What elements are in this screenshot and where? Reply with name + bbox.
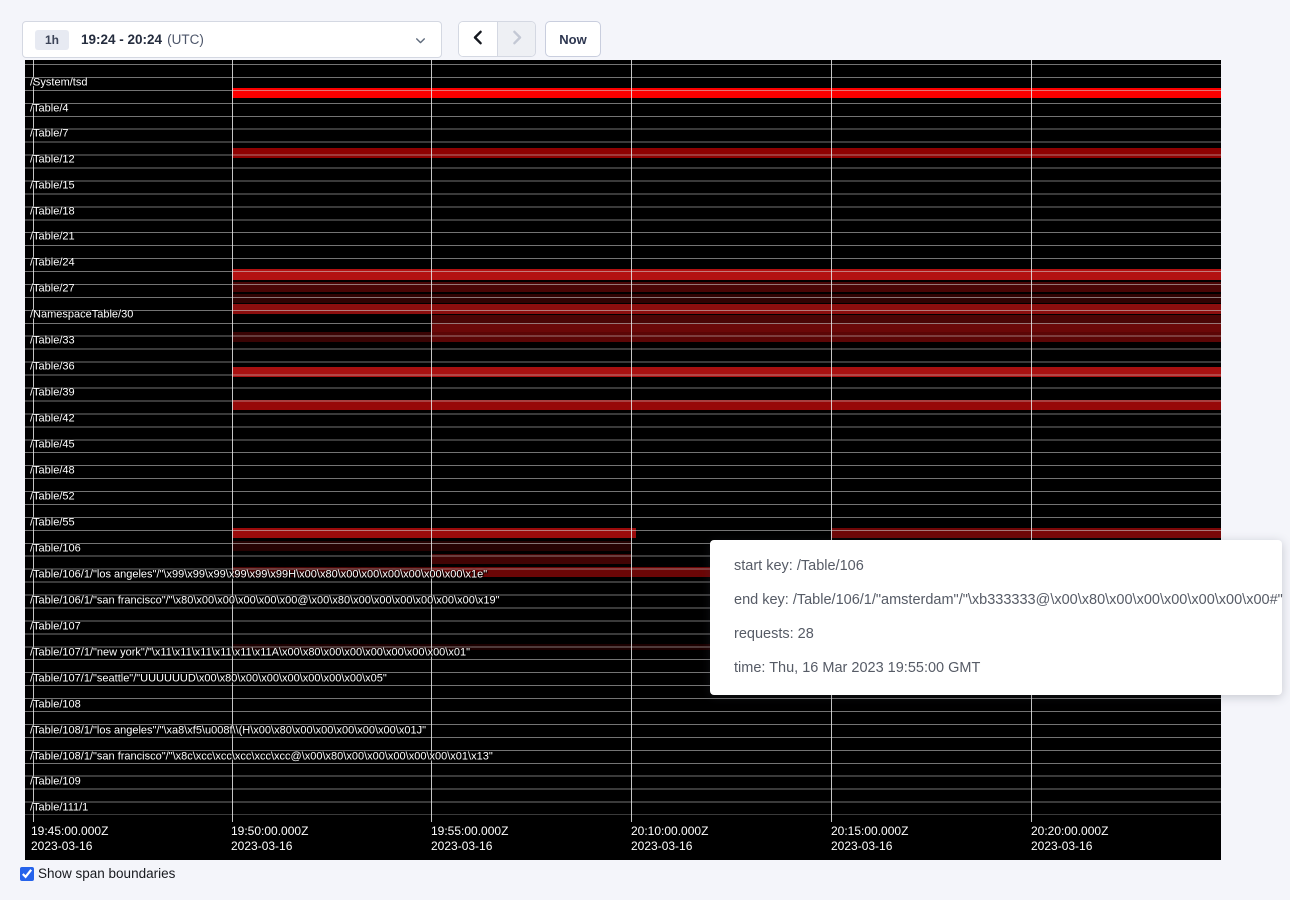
row-label: /Table/36 [30,362,75,373]
row-label: /NamespaceTable/30 [30,310,133,321]
tick-date: 2023-03-16 [1031,839,1108,854]
row-label: /Table/106/1/"san francisco"/"\x80\x00\x… [30,595,500,606]
time-range-select[interactable]: 1h 19:24 - 20:24 (UTC) [22,21,442,58]
heat-band [232,269,1221,280]
heat-band [232,367,1221,377]
tick-time: 20:20:00.000Z [1031,824,1108,839]
row-label: /Table/18 [30,206,75,217]
heat-band [232,294,1221,303]
row-label: /Table/45 [30,440,75,451]
time-tick: 20:10:00.000Z2023-03-16 [631,824,708,854]
heat-band [831,528,1031,538]
chevron-right-icon [508,29,525,49]
heat-band [232,400,1221,410]
row-label: /Table/42 [30,414,75,425]
heat-band [232,304,1221,314]
row-label: /Table/52 [30,491,75,502]
time-range-nav [458,21,536,57]
tick-time: 20:15:00.000Z [831,824,908,839]
heat-band [1031,528,1221,538]
tick-date: 2023-03-16 [431,839,508,854]
prev-range-button[interactable] [459,22,497,56]
tick-date: 2023-03-16 [31,839,108,854]
heat-band [232,528,636,538]
row-label: /Table/27 [30,284,75,295]
footer-controls: Show span boundaries [20,866,175,881]
row-label: /Table/4 [30,103,69,114]
row-label: /Table/111/1 [30,802,88,813]
heat-band [431,324,1221,332]
row-label: /Table/107/1/"new york"/"\x11\x11\x11\x1… [30,647,470,658]
row-label: /Table/48 [30,466,75,477]
tick-date: 2023-03-16 [831,839,908,854]
tick-date: 2023-03-16 [631,839,708,854]
span-tooltip: start key: /Table/106end key: /Table/106… [710,540,1282,695]
row-label: /Table/55 [30,517,75,528]
heat-band [431,315,1221,324]
row-label: /Table/108 [30,699,81,710]
time-tick: 19:55:00.000Z2023-03-16 [431,824,508,854]
tooltip-line: requests: 28 [734,617,1258,651]
row-label: /Table/15 [30,181,75,192]
tick-date: 2023-03-16 [231,839,308,854]
time-range-badge: 1h [35,30,69,50]
heat-band [431,554,631,564]
now-button[interactable]: Now [545,21,601,57]
time-tick: 19:45:00.000Z2023-03-16 [31,824,108,854]
show-span-boundaries-checkbox[interactable] [20,867,34,881]
time-gridline [831,60,832,822]
row-label: /Table/107 [30,621,81,632]
span-boundary-lines [25,64,1221,815]
time-gridline [1031,60,1032,822]
tick-time: 19:55:00.000Z [431,824,508,839]
tick-time: 20:10:00.000Z [631,824,708,839]
row-label: /Table/108/1/"san francisco"/"\x8c\xcc\x… [30,751,493,762]
row-label: /Table/24 [30,258,75,269]
chevron-left-icon [470,29,487,49]
tooltip-line: time: Thu, 16 Mar 2023 19:55:00 GMT [734,651,1258,685]
row-label: /Table/106/1/"los angeles"/"\x99\x99\x99… [30,569,487,580]
heat-band [232,148,1221,158]
tick-time: 19:50:00.000Z [231,824,308,839]
tick-time: 19:45:00.000Z [31,824,108,839]
time-tick: 19:50:00.000Z2023-03-16 [231,824,308,854]
row-label: /Table/21 [30,232,75,243]
row-label: /System/tsd [30,78,87,89]
time-gridline [232,60,233,822]
heat-band [431,332,1221,342]
row-label: /Table/7 [30,129,69,140]
row-label: /Table/33 [30,336,75,347]
heat-band [232,88,1221,98]
time-tick: 20:15:00.000Z2023-03-16 [831,824,908,854]
time-range-text: 19:24 - 20:24 [81,32,162,47]
tooltip-line: end key: /Table/106/1/"amsterdam"/"\xb33… [734,583,1258,617]
time-tick: 20:20:00.000Z2023-03-16 [1031,824,1108,854]
tooltip-line: start key: /Table/106 [734,549,1258,583]
row-label: /Table/39 [30,388,75,399]
time-gridline [431,60,432,822]
chevron-down-icon [414,34,427,47]
row-label: /Table/108/1/"los angeles"/"\xa8\xf5\u00… [30,725,426,736]
row-label: /Table/12 [30,155,75,166]
time-gridline [631,60,632,822]
row-label: /Table/109 [30,777,81,788]
next-range-button[interactable] [497,22,535,56]
key-visualizer-canvas[interactable]: /System/tsd/Table/4/Table/7/Table/12/Tab… [25,60,1221,860]
row-label: /Table/106 [30,543,81,554]
time-range-timezone: (UTC) [167,32,204,47]
heat-band [232,282,1221,292]
show-span-boundaries-label[interactable]: Show span boundaries [38,866,175,881]
row-label: /Table/107/1/"seattle"/"UUUUUUD\x00\x80\… [30,673,387,684]
